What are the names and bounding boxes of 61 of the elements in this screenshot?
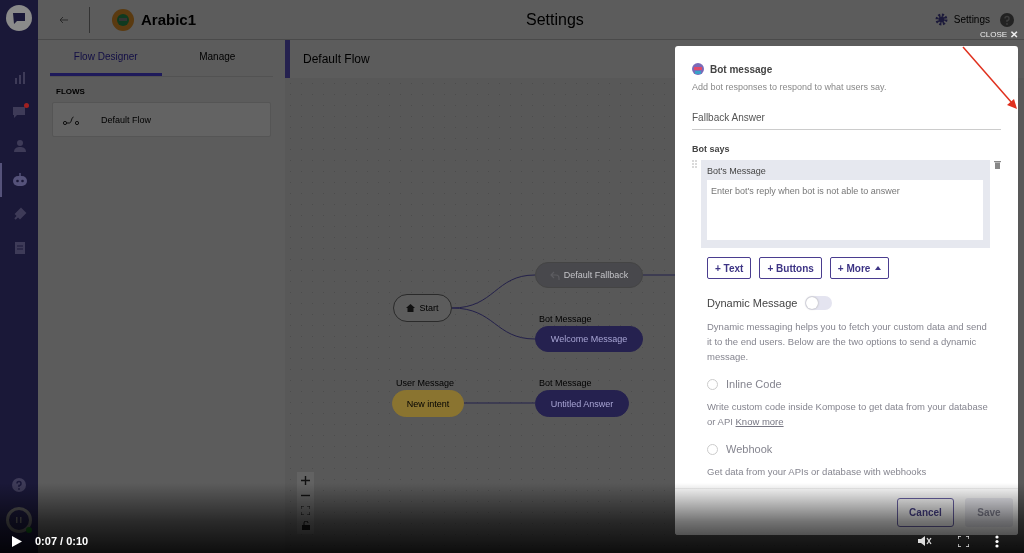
lock-icon[interactable] — [301, 521, 310, 530]
gear-icon — [934, 13, 948, 26]
home-icon — [406, 304, 416, 312]
bot-name: Arabic1 — [141, 11, 197, 28]
plug-icon — [13, 207, 27, 221]
tab[interactable]: Manage — [161, 40, 273, 76]
tab[interactable]: Flow Designer — [50, 40, 162, 76]
node-caption: Bot Message — [539, 378, 592, 388]
mute-icon[interactable] — [918, 535, 932, 547]
zoom-in-icon[interactable] — [301, 476, 310, 485]
flow-icon — [63, 114, 79, 125]
card-title: Bot's Message — [707, 166, 767, 176]
flow-node[interactable]: Default Fallback — [535, 262, 643, 288]
add-button[interactable]: + More — [829, 257, 890, 279]
video-time: 0:07 / 0:10 — [35, 535, 89, 547]
flow-node[interactable]: Untitled Answer — [535, 390, 629, 417]
toggle-label: Dynamic Message — [707, 297, 798, 309]
bar-chart-icon — [13, 71, 27, 85]
radio-option[interactable]: Webhook — [707, 443, 773, 455]
option-description: Get data from your APIs or database with webhooks — [707, 465, 928, 479]
name-field[interactable]: Fallback Answer — [692, 112, 1001, 130]
add-button[interactable]: + Buttons — [759, 257, 822, 279]
cancel-button[interactable]: Cancel — [897, 497, 954, 527]
caret-icon — [875, 266, 882, 270]
dialog-title: Bot message — [710, 63, 773, 75]
trash-icon[interactable] — [994, 160, 1001, 169]
message-field[interactable]: Enter bot's reply when bot is not able to answer — [707, 180, 983, 240]
fullscreen-icon[interactable] — [958, 535, 969, 547]
back-arrow-icon[interactable] — [59, 15, 69, 24]
play-icon[interactable] — [12, 535, 22, 547]
radio-option[interactable]: Inline Code — [707, 378, 782, 390]
section-label: FLOWS — [56, 87, 86, 96]
toggle-switch[interactable] — [805, 296, 833, 310]
flow-node[interactable]: Welcome Message — [535, 326, 643, 352]
add-button[interactable]: + Text — [707, 257, 752, 279]
help-icon[interactable] — [1000, 12, 1014, 27]
close-button[interactable]: CLOSE ✕ — [980, 29, 1019, 40]
fit-view-icon[interactable] — [301, 506, 310, 515]
dialog-subtitle: Add bot responses to respond to what users say. — [692, 82, 888, 92]
avatar-icon — [112, 8, 134, 31]
description-text: Dynamic messaging helps you to fetch your custom data and send it to the end users. Below are the two options to send a dynamic message. — [707, 320, 988, 364]
option-description: Write custom code inside Kompose to get data from your database or API Know more — [707, 400, 989, 429]
flow-item[interactable]: Default Flow — [52, 102, 271, 137]
annotation-arrow — [962, 46, 1017, 109]
help-icon[interactable] — [12, 478, 26, 492]
person-icon — [13, 139, 27, 153]
node-caption: User Message — [396, 378, 455, 388]
flow-node[interactable]: New intent — [392, 390, 464, 417]
robot-icon — [12, 172, 28, 188]
section-label: Bot says — [692, 144, 731, 154]
more-options-icon[interactable] — [995, 534, 999, 548]
node-caption: Bot Message — [539, 314, 592, 324]
chat-icon — [12, 105, 28, 119]
page-title: Settings — [526, 11, 584, 29]
drag-handle-icon[interactable] — [692, 160, 697, 168]
logo-icon[interactable] — [6, 5, 32, 31]
flow-node[interactable]: Start — [393, 294, 452, 322]
settings-link[interactable]: Settings — [934, 13, 990, 26]
document-icon — [14, 241, 26, 255]
bot-icon — [692, 63, 704, 75]
know-more-link[interactable]: Know more — [735, 416, 784, 427]
